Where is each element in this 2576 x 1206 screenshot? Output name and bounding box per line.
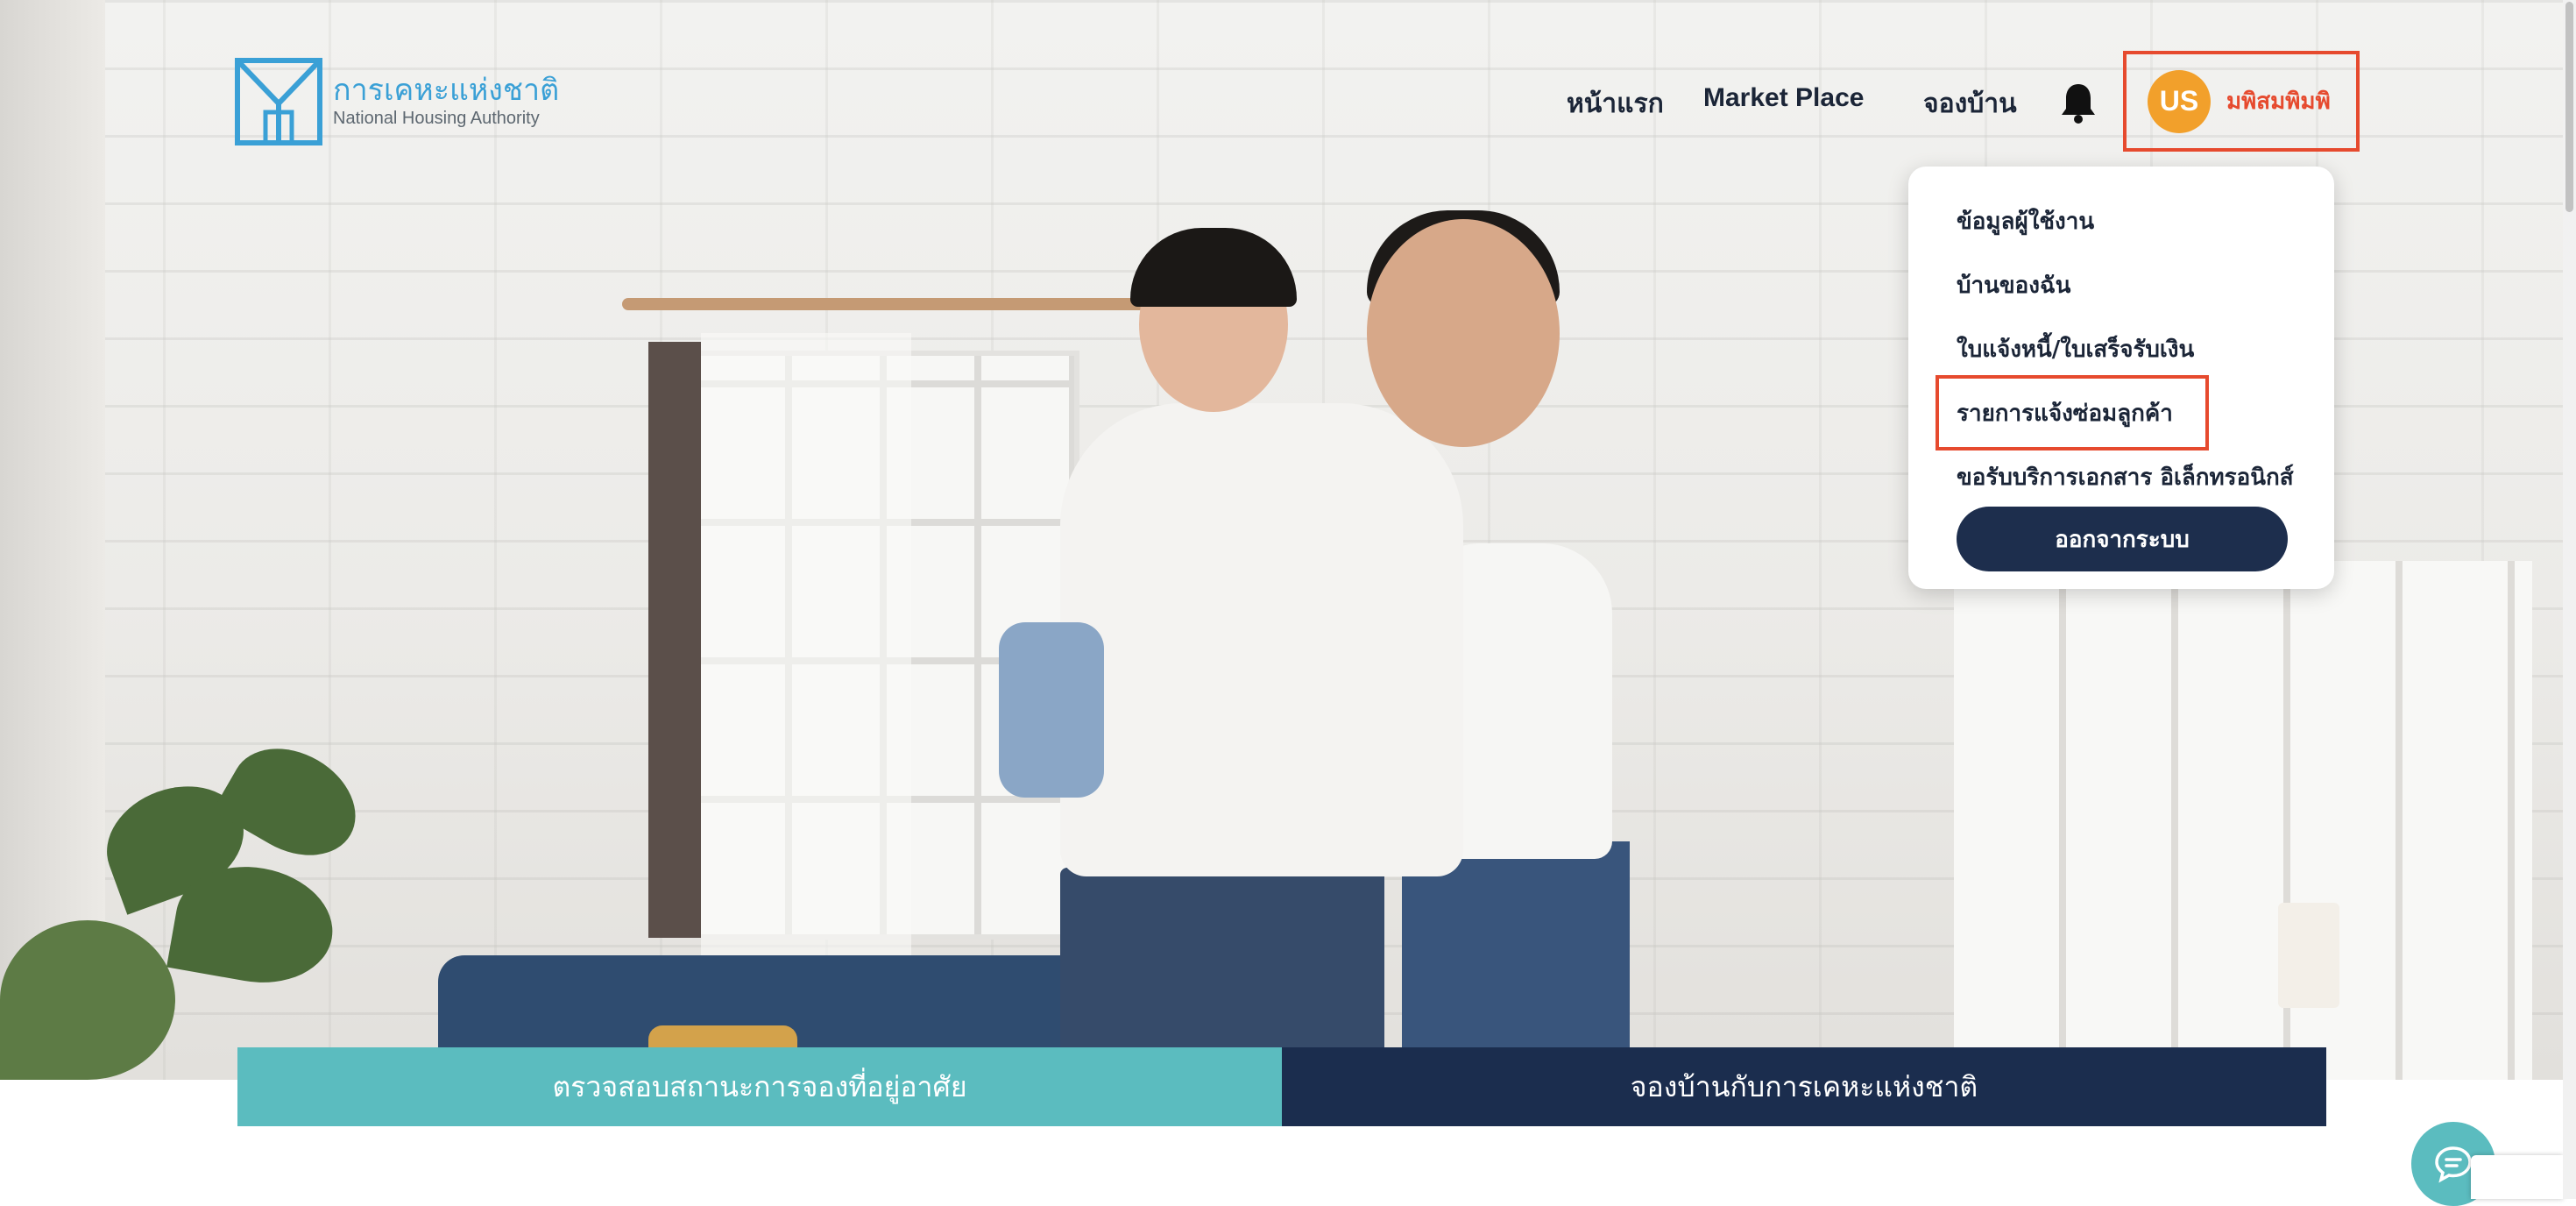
book-house-button[interactable]: จองบ้านกับการเคหะแห่งชาติ	[1282, 1047, 2326, 1126]
user-name: มพิสมพิมพิ	[2226, 89, 2331, 115]
menu-invoices-receipts[interactable]: ใบแจ้งหนี้/ใบเสร็จรับเงิน	[1957, 331, 2194, 367]
menu-user-info[interactable]: ข้อมูลผู้ใช้งาน	[1957, 203, 2094, 239]
nha-logo-icon	[235, 58, 322, 145]
nav-market-place[interactable]: Market Place	[1703, 83, 1864, 113]
check-booking-status-button[interactable]: ตรวจสอบสถานะการจองที่อยู่อาศัย	[237, 1047, 1282, 1126]
avatar: US	[2148, 69, 2211, 133]
nav-home[interactable]: หน้าแรก	[1567, 83, 1664, 124]
menu-e-documents[interactable]: ขอรับบริการเอกสาร อิเล็กทรอนิกส์	[1957, 459, 2294, 495]
highlight-box	[1936, 375, 2209, 450]
nha-logo[interactable]: การเคหะแห่งชาติ National Housing Authori…	[235, 58, 559, 145]
logo-name-th: การเคหะแห่งชาติ	[333, 73, 560, 108]
chat-bubble-icon	[2435, 1146, 2472, 1183]
scrollbar-thumb[interactable]	[2565, 2, 2573, 212]
user-account-button[interactable]: US มพิสมพิมพิ	[2123, 51, 2360, 152]
menu-my-house[interactable]: บ้านของฉัน	[1957, 267, 2070, 303]
logout-button[interactable]: ออกจากระบบ	[1957, 507, 2288, 571]
recaptcha-badge	[2471, 1155, 2563, 1199]
logo-name-en: National Housing Authority	[333, 109, 540, 128]
nav-booking[interactable]: จองบ้าน	[1923, 83, 2017, 124]
bell-icon[interactable]	[2059, 81, 2098, 124]
